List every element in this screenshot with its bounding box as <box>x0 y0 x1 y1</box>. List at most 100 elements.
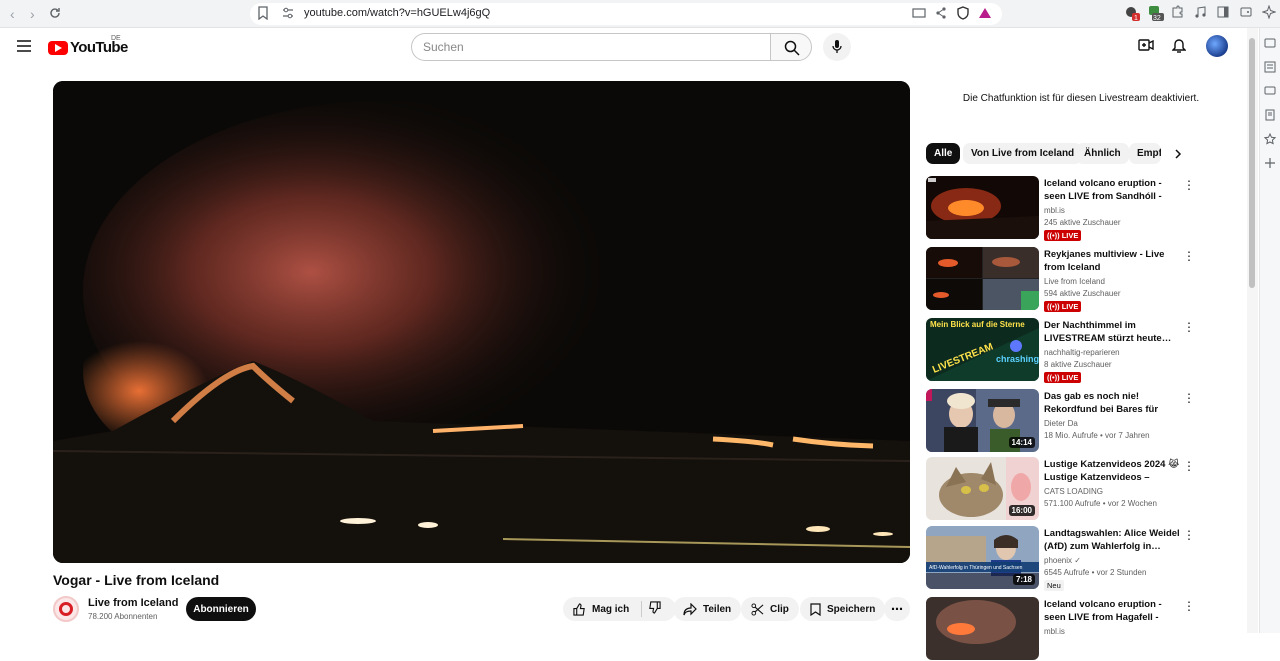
extensions-puzzle-icon[interactable] <box>1170 5 1186 21</box>
list-item[interactable]: 14:14 Das gab es noch nie! Rekordfund be… <box>926 389 1196 453</box>
new-badge: Neu <box>1044 580 1064 591</box>
svg-text:Mein Blick auf die Sterne: Mein Blick auf die Sterne <box>930 320 1025 329</box>
media-icon[interactable] <box>1193 5 1209 21</box>
brave-shield-icon[interactable] <box>956 6 970 25</box>
more-vertical-icon[interactable]: ⋮ <box>1183 459 1195 473</box>
rec-title[interactable]: Iceland volcano eruption - seen LIVE fro… <box>1044 177 1180 204</box>
rec-title[interactable]: Das gab es noch nie! Rekordfund bei Bare… <box>1044 390 1180 417</box>
search-icon <box>784 40 800 56</box>
site-settings-icon[interactable] <box>282 6 294 25</box>
notifications-bell-icon[interactable] <box>1171 38 1187 59</box>
rec-channel[interactable]: Dieter Da <box>1044 419 1078 428</box>
thumbnail[interactable]: AfD-Wahlerfolg in Thüringen und Sachsen … <box>926 526 1039 589</box>
reading-list-icon[interactable] <box>1264 60 1276 73</box>
rec-channel[interactable]: Live from Iceland <box>1044 277 1105 286</box>
list-item[interactable]: Iceland volcano eruption - seen LIVE fro… <box>926 176 1196 241</box>
chip-all[interactable]: Alle <box>926 143 961 164</box>
sidebar-toggle-icon[interactable] <box>1216 5 1232 21</box>
chat-panel-icon[interactable] <box>1264 84 1276 96</box>
chip-recommended[interactable]: Empf <box>1129 143 1161 164</box>
more-vertical-icon[interactable]: ⋮ <box>1183 391 1195 405</box>
hamburger-menu-icon[interactable] <box>16 39 32 58</box>
like-dislike-group: Mag ich <box>563 597 676 621</box>
list-item[interactable]: 16:00 Lustige Katzenvideos 2024 😹 Lustig… <box>926 457 1196 521</box>
thumbnail[interactable] <box>926 597 1039 660</box>
brave-rewards-icon[interactable] <box>978 6 992 25</box>
live-icon: ((•)) <box>1047 302 1062 311</box>
leo-ai-icon[interactable] <box>1261 4 1278 21</box>
favorites-star-icon[interactable] <box>1263 132 1277 145</box>
rec-channel[interactable]: mbl.is <box>1044 627 1065 636</box>
reload-icon[interactable] <box>49 6 61 22</box>
channel-avatar[interactable] <box>53 596 79 622</box>
browser-side-panel <box>1259 28 1280 633</box>
rec-title[interactable]: Landtagswahlen: Alice Weidel (AfD) zum W… <box>1044 527 1180 553</box>
dislike-button[interactable] <box>648 601 661 617</box>
voice-search-button[interactable] <box>823 33 851 61</box>
address-bar[interactable]: youtube.com/watch?v=hGUELw4j6gQ <box>250 3 1002 25</box>
youtube-logo[interactable]: YouTube DE <box>48 35 128 56</box>
clip-button[interactable]: Clip <box>741 597 799 621</box>
like-button[interactable]: Mag ich <box>573 602 629 616</box>
subscribe-button[interactable]: Abonnieren <box>186 597 256 621</box>
rec-title[interactable]: Lustige Katzenvideos 2024 😹 Lustige Katz… <box>1044 458 1180 485</box>
user-avatar[interactable] <box>1206 35 1228 57</box>
video-duration: 16:00 <box>1008 505 1035 516</box>
more-vertical-icon[interactable]: ⋮ <box>1183 599 1195 613</box>
back-icon[interactable]: ‹ <box>10 6 15 22</box>
video-title: Vogar - Live from Iceland <box>53 572 220 588</box>
more-horizontal-icon: ⋯ <box>891 602 903 616</box>
rec-meta: 571.100 Aufrufe • vor 2 Wochen <box>1044 499 1157 508</box>
country-code: DE <box>111 35 121 42</box>
more-actions-button[interactable]: ⋯ <box>884 597 910 621</box>
rec-channel[interactable]: nachhaltig-reparieren <box>1044 348 1120 357</box>
thumbnail[interactable]: 14:14 <box>926 389 1039 452</box>
extension-1-icon[interactable]: 1 <box>1124 5 1140 22</box>
bookmarks-panel-icon[interactable] <box>1264 108 1276 121</box>
share-button[interactable]: Teilen <box>673 597 742 621</box>
forward-icon[interactable]: › <box>30 6 35 22</box>
thumbnail[interactable] <box>926 247 1039 310</box>
url-text[interactable]: youtube.com/watch?v=hGUELw4j6gQ <box>304 7 490 19</box>
more-vertical-icon[interactable]: ⋮ <box>1183 249 1195 263</box>
add-panel-icon[interactable] <box>1264 156 1276 168</box>
page-scrollbar[interactable] <box>1247 28 1258 633</box>
youtube-header: YouTube DE Suchen <box>0 28 1245 66</box>
bookmark-icon[interactable] <box>258 6 268 25</box>
more-vertical-icon[interactable]: ⋮ <box>1183 528 1195 542</box>
svg-text:1: 1 <box>1134 15 1138 21</box>
share-icon[interactable] <box>934 6 948 25</box>
scrollbar-thumb[interactable] <box>1249 38 1255 288</box>
cast-icon[interactable] <box>912 6 926 25</box>
list-item[interactable]: Reykjanes multiview - Live from Iceland … <box>926 247 1196 312</box>
thumbnail[interactable]: Mein Blick auf die Sterne LIVESTREAM chr… <box>926 318 1039 381</box>
save-button[interactable]: Speichern <box>800 597 886 621</box>
list-item[interactable]: AfD-Wahlerfolg in Thüringen und Sachsen … <box>926 526 1196 591</box>
rec-meta: 6545 Aufrufe • vor 2 Stunden <box>1044 568 1147 577</box>
thumbnail[interactable] <box>926 176 1039 239</box>
channel-name[interactable]: Live from Iceland <box>88 597 178 609</box>
rec-channel[interactable]: phoenix ✓ <box>1044 556 1081 565</box>
more-vertical-icon[interactable]: ⋮ <box>1183 178 1195 192</box>
rec-title[interactable]: Der Nachthimmel im LIVESTREAM stürzt heu… <box>1044 319 1180 345</box>
more-vertical-icon[interactable]: ⋮ <box>1183 320 1195 334</box>
video-player[interactable] <box>53 81 910 563</box>
create-video-icon[interactable] <box>1138 38 1154 57</box>
chevron-right-icon[interactable] <box>1172 147 1184 165</box>
live-badge: ((•)) LIVE <box>1044 372 1082 383</box>
rec-channel[interactable]: CATS LOADING <box>1044 487 1103 496</box>
search-button[interactable] <box>770 33 812 61</box>
wallet-panel-icon[interactable] <box>1264 36 1276 48</box>
extension-2-icon[interactable]: 32 <box>1147 5 1164 22</box>
svg-text:32: 32 <box>1153 15 1161 21</box>
list-item[interactable]: Iceland volcano eruption - seen LIVE fro… <box>926 597 1196 661</box>
wallet-icon[interactable] <box>1239 5 1255 21</box>
chip-related[interactable]: Ähnlich <box>1076 143 1129 164</box>
rec-title[interactable]: Reykjanes multiview - Live from Iceland <box>1044 248 1180 274</box>
thumbnail[interactable]: 16:00 <box>926 457 1039 520</box>
rec-channel[interactable]: mbl.is <box>1044 206 1065 215</box>
search-input[interactable]: Suchen <box>411 33 771 61</box>
list-item[interactable]: Mein Blick auf die Sterne LIVESTREAM chr… <box>926 318 1196 383</box>
chip-from-channel[interactable]: Von Live from Iceland <box>963 143 1083 164</box>
rec-title[interactable]: Iceland volcano eruption - seen LIVE fro… <box>1044 598 1180 625</box>
